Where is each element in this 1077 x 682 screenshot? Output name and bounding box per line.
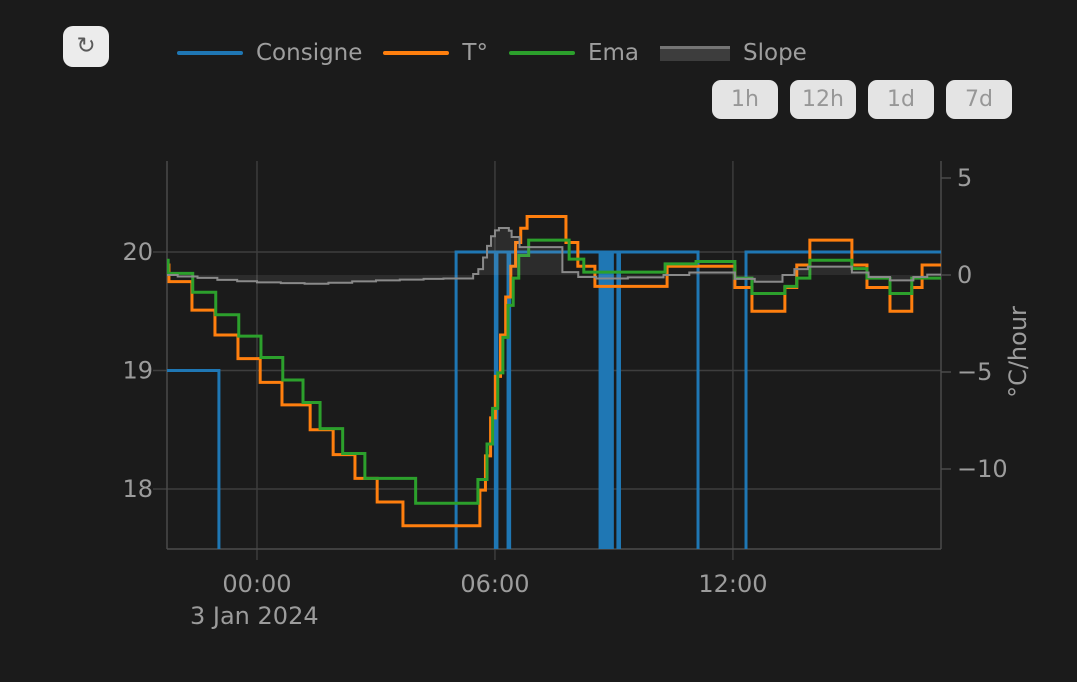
x-axis-date-label: 3 Jan 2024 — [190, 602, 319, 630]
y-left-tick-label: 19 — [122, 357, 153, 385]
y-right-tick-label: 5 — [957, 164, 972, 192]
chart-canvas[interactable]: 00:00 06:00 12:00 3 Jan 2024 20 19 18 5 0 −5 −10 °C… — [0, 0, 1077, 682]
x-axis-labels: 00:00 06:00 12:00 3 Jan 2024 — [190, 570, 768, 630]
y-right-tick-label: 0 — [957, 261, 972, 289]
x-tick-label: 06:00 — [460, 570, 529, 598]
series-slope — [167, 228, 941, 284]
series-consigne — [167, 252, 941, 608]
y-axis-right-title: °C/hour — [1004, 306, 1032, 398]
y-left-tick-label: 20 — [122, 238, 153, 266]
grid-lines — [153, 161, 951, 560]
y-right-tick-label: −10 — [957, 455, 1008, 483]
y-axis-left-labels: 20 19 18 — [122, 238, 153, 503]
y-left-tick-label: 18 — [122, 475, 153, 503]
x-tick-label: 00:00 — [222, 570, 291, 598]
x-tick-label: 12:00 — [698, 570, 767, 598]
y-axis-right-labels: 5 0 −5 −10 °C/hour — [957, 164, 1032, 483]
y-right-tick-label: −5 — [957, 358, 992, 386]
thermostat-chart-card: ↻ ConsigneT°EmaSlope 1h12h1d7d 00:0006:0… — [0, 0, 1077, 682]
axis-borders — [167, 161, 941, 549]
